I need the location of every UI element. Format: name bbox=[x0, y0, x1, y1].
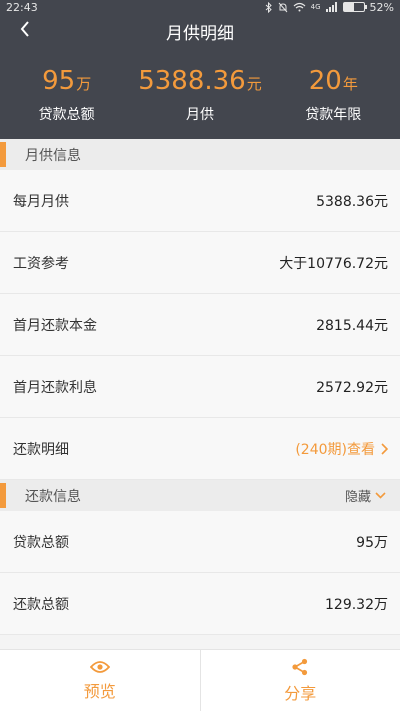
preview-button[interactable]: 预览 bbox=[0, 650, 200, 711]
row-total-repayment: 还款总额 129.32万 bbox=[0, 573, 400, 635]
header: 22:43 4G 52% 月供明细 95万 贷款总额 5388.36元 月供 2… bbox=[0, 0, 400, 139]
row-label: 首月还款利息 bbox=[13, 379, 97, 396]
summary-loan-amount: 95万 贷款总额 bbox=[2, 66, 132, 124]
row-first-interest: 首月还款利息 2572.92元 bbox=[0, 356, 400, 418]
row-value: 5388.36元 bbox=[316, 193, 388, 210]
hide-toggle-text: 隐藏 bbox=[344, 490, 371, 505]
preview-label: 预览 bbox=[83, 681, 116, 701]
row-label: 还款总额 bbox=[13, 596, 69, 613]
mute-icon bbox=[278, 2, 288, 12]
battery-icon bbox=[342, 2, 367, 12]
status-bar: 22:43 4G 52% bbox=[0, 0, 400, 14]
battery-percent: 52% bbox=[369, 0, 394, 14]
row-total-loan: 贷款总额 95万 bbox=[0, 511, 400, 573]
summary-label: 月供 bbox=[185, 107, 214, 123]
summary-unit: 万 bbox=[76, 75, 92, 93]
section-header-repayment: 还款信息 隐藏 bbox=[0, 480, 400, 511]
row-label: 每月月供 bbox=[13, 193, 69, 210]
summary-monthly-payment: 5388.36元 月供 bbox=[135, 66, 265, 124]
share-label: 分享 bbox=[284, 683, 317, 703]
row-value: 95万 bbox=[356, 534, 388, 551]
nav-bar: 月供明细 bbox=[0, 14, 400, 48]
bottom-action-bar: 预览 分享 bbox=[0, 649, 400, 711]
row-monthly-payment: 每月月供 5388.36元 bbox=[0, 170, 400, 232]
row-value: 2572.92元 bbox=[316, 379, 388, 396]
summary-value: 95 bbox=[42, 66, 76, 96]
bluetooth-icon bbox=[265, 1, 272, 13]
chevron-down-icon bbox=[375, 492, 386, 499]
row-repayment-detail[interactable]: 还款明细 (240期)查看 bbox=[0, 418, 400, 480]
view-schedule-text: (240期)查看 bbox=[295, 441, 375, 458]
chevron-left-icon bbox=[20, 21, 29, 37]
summary-unit: 年 bbox=[342, 75, 358, 93]
row-value: 2815.44元 bbox=[316, 317, 388, 334]
summary-unit: 元 bbox=[246, 75, 262, 93]
summary-loan-term: 20年 贷款年限 bbox=[268, 66, 398, 124]
wifi-icon bbox=[293, 2, 306, 12]
row-label: 还款明细 bbox=[13, 441, 69, 458]
share-icon bbox=[292, 658, 308, 675]
row-value: 大于10776.72元 bbox=[279, 255, 388, 272]
section-title: 还款信息 bbox=[25, 488, 81, 505]
detail-content[interactable]: 月供信息 每月月供 5388.36元 工资参考 大于10776.72元 首月还款… bbox=[0, 139, 400, 649]
row-value: 129.32万 bbox=[325, 596, 388, 613]
share-button[interactable]: 分享 bbox=[199, 650, 400, 711]
section-title: 月供信息 bbox=[25, 147, 81, 164]
back-button[interactable] bbox=[14, 18, 36, 40]
chevron-right-icon bbox=[381, 442, 388, 455]
network-type: 4G bbox=[310, 3, 321, 11]
hide-toggle[interactable]: 隐藏 bbox=[345, 486, 386, 505]
signal-icon bbox=[325, 2, 337, 12]
row-label: 贷款总额 bbox=[13, 534, 69, 551]
status-time: 22:43 bbox=[6, 0, 38, 14]
page-title: 月供明细 bbox=[166, 23, 234, 44]
row-label: 工资参考 bbox=[13, 255, 69, 272]
loan-summary: 95万 贷款总额 5388.36元 月供 20年 贷款年限 bbox=[0, 66, 400, 124]
summary-label: 贷款总额 bbox=[38, 107, 95, 123]
eye-icon bbox=[89, 660, 110, 673]
row-label: 首月还款本金 bbox=[13, 317, 97, 334]
row-salary-reference: 工资参考 大于10776.72元 bbox=[0, 232, 400, 294]
section-header-monthly: 月供信息 bbox=[0, 139, 400, 170]
summary-value: 20 bbox=[308, 66, 342, 96]
view-schedule-link[interactable]: (240期)查看 bbox=[295, 439, 388, 459]
status-icons: 4G 52% bbox=[265, 1, 394, 14]
summary-label: 贷款年限 bbox=[305, 107, 362, 123]
summary-value: 5388.36 bbox=[138, 66, 246, 96]
row-first-principal: 首月还款本金 2815.44元 bbox=[0, 294, 400, 356]
